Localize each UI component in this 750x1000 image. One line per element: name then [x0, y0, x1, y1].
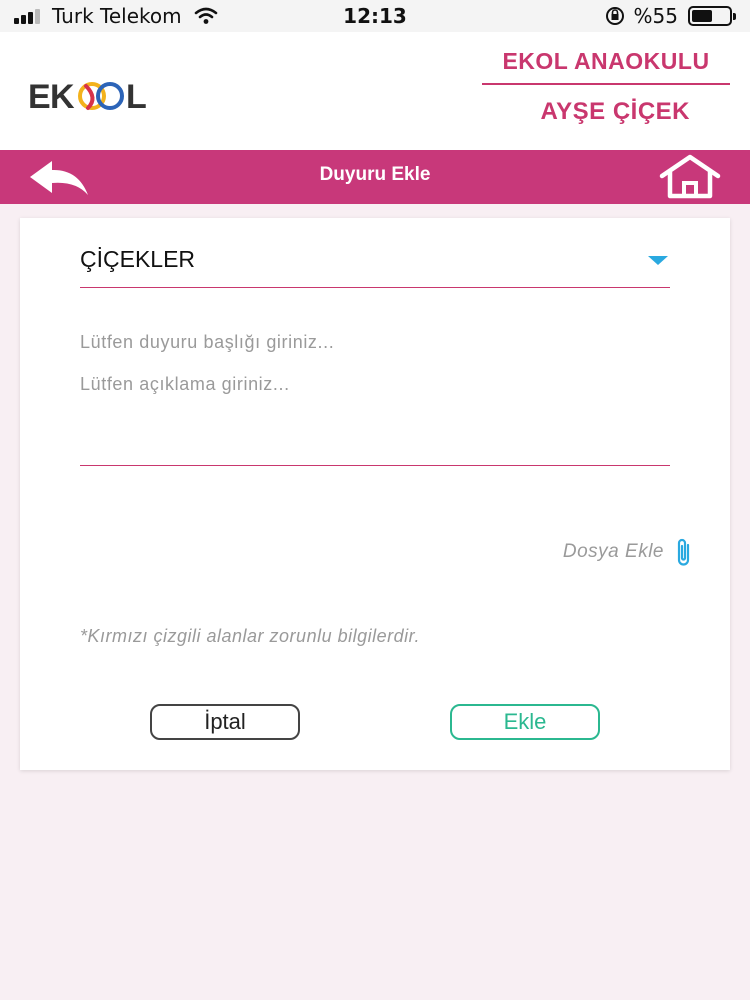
announcement-description-input[interactable]: Lütfen açıklama giriniz... — [80, 374, 670, 466]
announcement-form-card: ÇİÇEKLER Lütfen duyuru başlığı giriniz..… — [20, 218, 730, 770]
ekol-logo: E K L — [26, 72, 156, 116]
attach-file-button[interactable]: Dosya Ekle — [563, 536, 694, 568]
cancel-button[interactable]: İptal — [150, 704, 300, 740]
battery-icon — [688, 6, 736, 26]
svg-text:L: L — [126, 78, 147, 116]
paperclip-icon — [677, 538, 690, 566]
battery-fill — [692, 10, 712, 22]
svg-text:E: E — [28, 78, 51, 116]
caret-down-icon — [648, 256, 668, 265]
status-right: %55 — [604, 4, 736, 28]
announcement-title-input[interactable]: Lütfen duyuru başlığı giriniz... — [80, 332, 670, 362]
svg-text:K: K — [50, 78, 75, 116]
nav-bar: Duyuru Ekle — [0, 150, 750, 204]
home-icon — [659, 154, 721, 199]
add-button[interactable]: Ekle — [450, 704, 600, 740]
attach-file-label: Dosya Ekle — [562, 541, 664, 562]
class-select-value: ÇİÇEKLER — [80, 246, 196, 272]
app-header: E K L EKOL ANAOKULU AYŞE ÇİÇEK — [0, 32, 750, 150]
user-name: AYŞE ÇİÇEK — [540, 98, 690, 125]
orientation-lock-icon — [605, 7, 624, 25]
page-title: Duyuru Ekle — [319, 164, 431, 185]
required-fields-note: *Kırmızı çizgili alanlar zorunlu bilgile… — [80, 626, 420, 646]
home-button[interactable] — [658, 154, 722, 200]
school-name: EKOL ANAOKULU — [482, 48, 730, 85]
status-bar: Turk Telekom 12:13 %55 — [0, 0, 750, 32]
class-select[interactable]: ÇİÇEKLER — [80, 230, 670, 288]
battery-percent: %55 — [633, 4, 678, 28]
